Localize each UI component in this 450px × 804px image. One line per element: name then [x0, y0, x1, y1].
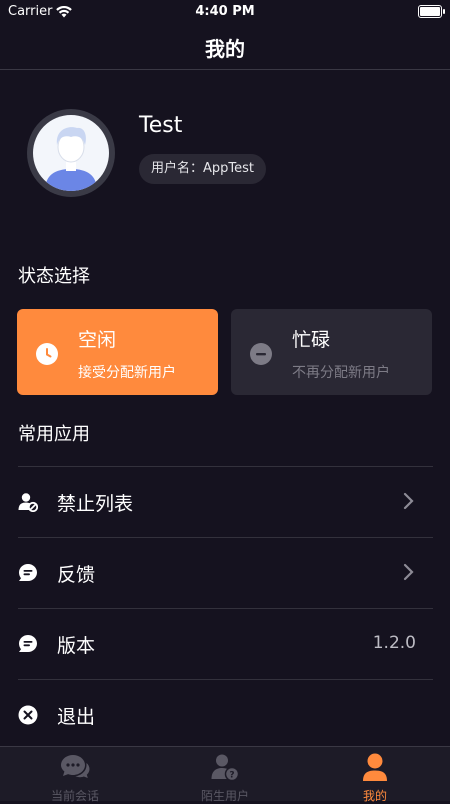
feedback-icon: [19, 564, 37, 581]
menu-item-block-list[interactable]: 禁止列表: [18, 466, 433, 537]
tab-strangers[interactable]: ? 陌生用户: [150, 747, 300, 803]
version-value: 1.2.0: [372, 633, 416, 653]
menu-item-label: 退出: [57, 706, 96, 728]
tab-label: 陌生用户: [200, 789, 249, 803]
menu-item-logout[interactable]: 退出: [18, 679, 433, 750]
avatar-image: [33, 115, 109, 191]
tab-label: 我的: [362, 789, 387, 803]
status-option-busy[interactable]: 忙碌 不再分配新用户: [231, 309, 432, 395]
tab-current-chats[interactable]: 当前会话: [0, 747, 150, 803]
unknown-user-icon: ?: [211, 754, 240, 782]
profile-icon: [363, 753, 387, 781]
status-option-idle[interactable]: 空闲 接受分配新用户: [17, 309, 218, 395]
menu-item-label: 版本: [57, 635, 96, 657]
nav-bar: 我的: [0, 24, 450, 70]
tab-bar: 当前会话 ? 陌生用户 我的: [0, 746, 450, 803]
page-title: 我的: [205, 37, 245, 61]
tab-profile[interactable]: 我的: [300, 747, 450, 803]
svg-text:?: ?: [229, 771, 234, 781]
avatar[interactable]: [27, 109, 115, 197]
profile-name: Test: [139, 113, 183, 138]
status-option-desc: 不再分配新用户: [292, 365, 390, 381]
minus-circle-icon: [250, 343, 272, 365]
chat-icon: [61, 755, 90, 778]
chevron-right-icon: [403, 563, 414, 581]
menu-item-version: 版本 1.2.0: [18, 608, 433, 679]
block-user-icon: [18, 493, 38, 512]
menu-item-feedback[interactable]: 反馈: [18, 537, 433, 608]
status-option-label: 忙碌: [292, 329, 331, 351]
clock-icon: [36, 343, 58, 365]
status-time: 4:40 PM: [195, 4, 255, 19]
chevron-right-icon: [403, 492, 414, 510]
apps-section-title: 常用应用: [18, 424, 90, 445]
username-badge: 用户名：AppTest: [139, 154, 266, 184]
tab-label: 当前会话: [50, 789, 99, 803]
status-option-label: 空闲: [78, 329, 117, 351]
battery-icon: [418, 5, 445, 18]
logout-icon: [18, 705, 38, 725]
menu-item-label: 反馈: [57, 564, 96, 586]
status-section-title: 状态选择: [18, 266, 90, 287]
menu-item-label: 禁止列表: [57, 493, 134, 515]
user-avatar-icon: [45, 127, 97, 191]
version-icon: [19, 635, 37, 652]
status-bar: Carrier 4:40 PM: [0, 0, 450, 24]
apps-menu: 禁止列表 反馈 版本 1.2.0 退出: [18, 466, 433, 750]
status-option-desc: 接受分配新用户: [78, 365, 176, 381]
